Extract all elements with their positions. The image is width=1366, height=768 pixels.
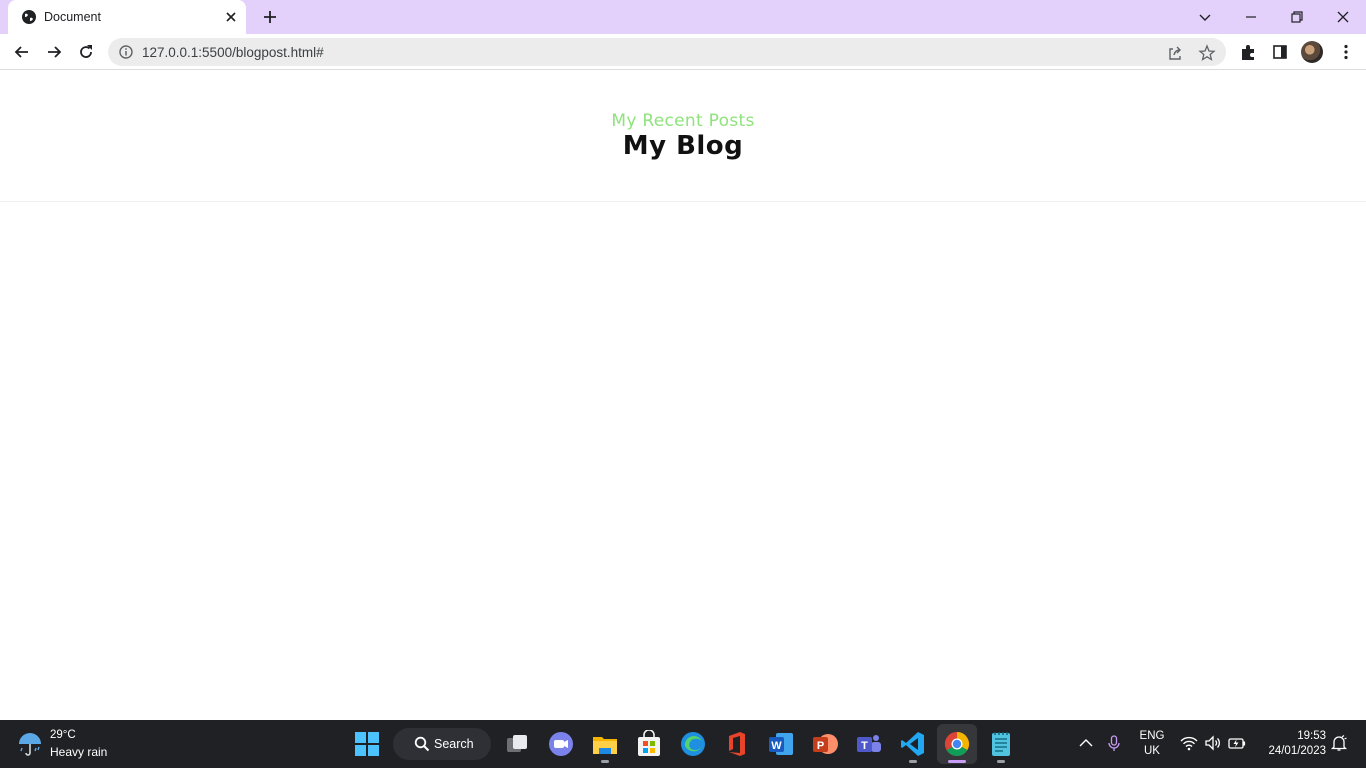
blog-subtitle: My Recent Posts: [611, 111, 755, 131]
file-explorer-icon[interactable]: [591, 730, 619, 758]
language-code: ENG: [1139, 730, 1165, 742]
chrome-icon[interactable]: [943, 730, 971, 758]
office-icon[interactable]: [723, 730, 751, 758]
tab-search-chevron-icon[interactable]: [1195, 7, 1215, 27]
menu-kebab-icon[interactable]: [1336, 42, 1356, 62]
forward-icon[interactable]: [44, 42, 64, 62]
wifi-icon[interactable]: [1180, 734, 1198, 752]
new-tab-icon[interactable]: [261, 8, 279, 26]
profile-avatar[interactable]: [1301, 41, 1323, 63]
powerpoint-icon[interactable]: P: [811, 730, 839, 758]
restore-icon[interactable]: [1287, 7, 1307, 27]
notepad-icon[interactable]: [987, 730, 1015, 758]
clock-time: 19:53: [1297, 730, 1326, 742]
word-icon[interactable]: W: [767, 730, 795, 758]
url-text[interactable]: 127.0.0.1:5500/blogpost.html#: [142, 45, 324, 60]
file-explorer-running-indicator: [601, 760, 609, 763]
site-info-icon[interactable]: [118, 44, 134, 60]
weather-temperature[interactable]: 29°C: [50, 729, 76, 741]
language-region: UK: [1144, 745, 1160, 757]
search-label: Search: [434, 737, 474, 751]
clock-date: 24/01/2023: [1268, 745, 1326, 757]
minimize-icon[interactable]: [1241, 7, 1261, 27]
extensions-icon[interactable]: [1238, 42, 1258, 62]
notification-icon[interactable]: [1330, 734, 1348, 752]
vscode-icon[interactable]: [899, 730, 927, 758]
browser-tab-strip: Document: [0, 0, 1366, 34]
blog-header: My Recent Posts My Blog: [0, 71, 1366, 202]
edge-icon[interactable]: [679, 730, 707, 758]
vscode-running-indicator: [909, 760, 917, 763]
svg-text:T: T: [861, 740, 868, 752]
volume-icon[interactable]: [1204, 734, 1222, 752]
bookmark-star-icon[interactable]: [1198, 44, 1216, 62]
browser-tab[interactable]: Document: [8, 0, 246, 34]
notepad-running-indicator: [997, 760, 1005, 763]
microphone-icon[interactable]: [1105, 734, 1123, 752]
search-icon: [414, 736, 430, 752]
weather-description[interactable]: Heavy rain: [50, 745, 107, 759]
side-panel-icon[interactable]: [1270, 42, 1290, 62]
tab-title: Document: [44, 10, 101, 24]
globe-icon: [22, 10, 36, 24]
system-clock[interactable]: 19:53 24/01/2023: [1258, 729, 1326, 759]
blog-title: My Blog: [622, 131, 744, 161]
browser-toolbar: 127.0.0.1:5500/blogpost.html#: [0, 34, 1366, 70]
svg-text:W: W: [771, 740, 782, 752]
web-page: My Recent Posts My Blog: [0, 71, 1366, 720]
umbrella-rain-icon[interactable]: [16, 730, 44, 758]
taskbar-search[interactable]: Search: [393, 728, 491, 760]
input-language[interactable]: ENG UK: [1139, 729, 1165, 759]
share-icon[interactable]: [1166, 44, 1184, 62]
close-window-icon[interactable]: [1333, 7, 1353, 27]
windows-taskbar: 29°C Heavy rain Search W P T ENG UK 19:5…: [0, 720, 1366, 768]
task-view-icon[interactable]: [503, 730, 531, 758]
svg-text:P: P: [817, 740, 824, 752]
address-bar[interactable]: 127.0.0.1:5500/blogpost.html#: [108, 38, 1226, 66]
windows-start-icon[interactable]: [353, 730, 381, 758]
battery-icon[interactable]: [1228, 734, 1246, 752]
close-tab-icon[interactable]: [223, 9, 239, 25]
back-icon[interactable]: [12, 42, 32, 62]
microsoft-store-icon[interactable]: [635, 730, 663, 758]
chevron-up-icon[interactable]: [1077, 734, 1095, 752]
teams-chat-icon[interactable]: [547, 730, 575, 758]
reload-icon[interactable]: [76, 42, 96, 62]
chrome-active-indicator: [948, 760, 966, 763]
teams-icon[interactable]: T: [855, 730, 883, 758]
